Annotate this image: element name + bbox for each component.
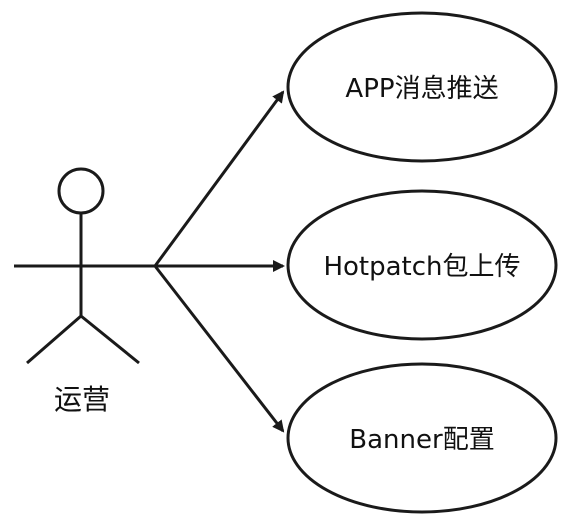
use-case-label: Hotpatch包上传 — [323, 252, 520, 282]
use-case-label: APP消息推送 — [345, 74, 498, 104]
actor-head — [57, 167, 105, 215]
diagram-svg: 运营 APP消息推送 Hotpatch包上传 Banner配置 — [14, 11, 558, 514]
association-arrow-3 — [153, 265, 285, 433]
actor-label: 运营 — [54, 383, 110, 416]
use-case-diagram: 运营 APP消息推送 Hotpatch包上传 Banner配置 — [0, 0, 572, 526]
actor-figure — [14, 167, 155, 365]
use-case-1[interactable]: APP消息推送 — [286, 11, 558, 163]
actor-left-leg — [26, 314, 82, 365]
associations — [153, 90, 285, 433]
use-case-2[interactable]: Hotpatch包上传 — [286, 189, 558, 341]
use-case-3[interactable]: Banner配置 — [286, 362, 558, 514]
actor-right-leg — [80, 314, 140, 365]
use-case-label: Banner配置 — [349, 425, 494, 455]
association-arrow-1 — [153, 90, 285, 267]
